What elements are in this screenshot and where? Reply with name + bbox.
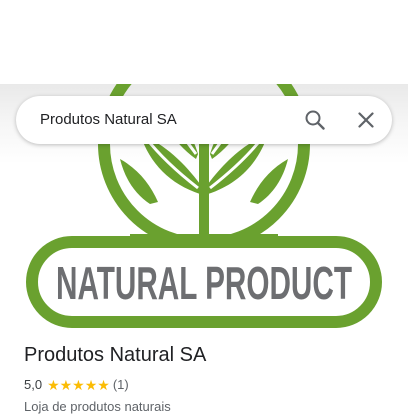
search-input[interactable]: Produtos Natural SA: [40, 110, 177, 130]
close-icon[interactable]: [354, 108, 378, 132]
search-icon[interactable]: [303, 108, 327, 132]
logo-text: NATURAL PRODUCT: [56, 257, 352, 309]
star-rating-icon: ★★★★★: [47, 377, 110, 393]
top-blank-area: [0, 0, 408, 84]
place-category: Loja de produtos naturais: [24, 399, 171, 414]
place-title: Produtos Natural SA: [24, 344, 207, 366]
rating-row[interactable]: 5,0 ★★★★★ (1): [24, 376, 129, 394]
search-bar[interactable]: Produtos Natural SA: [16, 96, 392, 144]
rating-value: 5,0: [24, 377, 43, 392]
review-count[interactable]: (1): [113, 376, 129, 394]
